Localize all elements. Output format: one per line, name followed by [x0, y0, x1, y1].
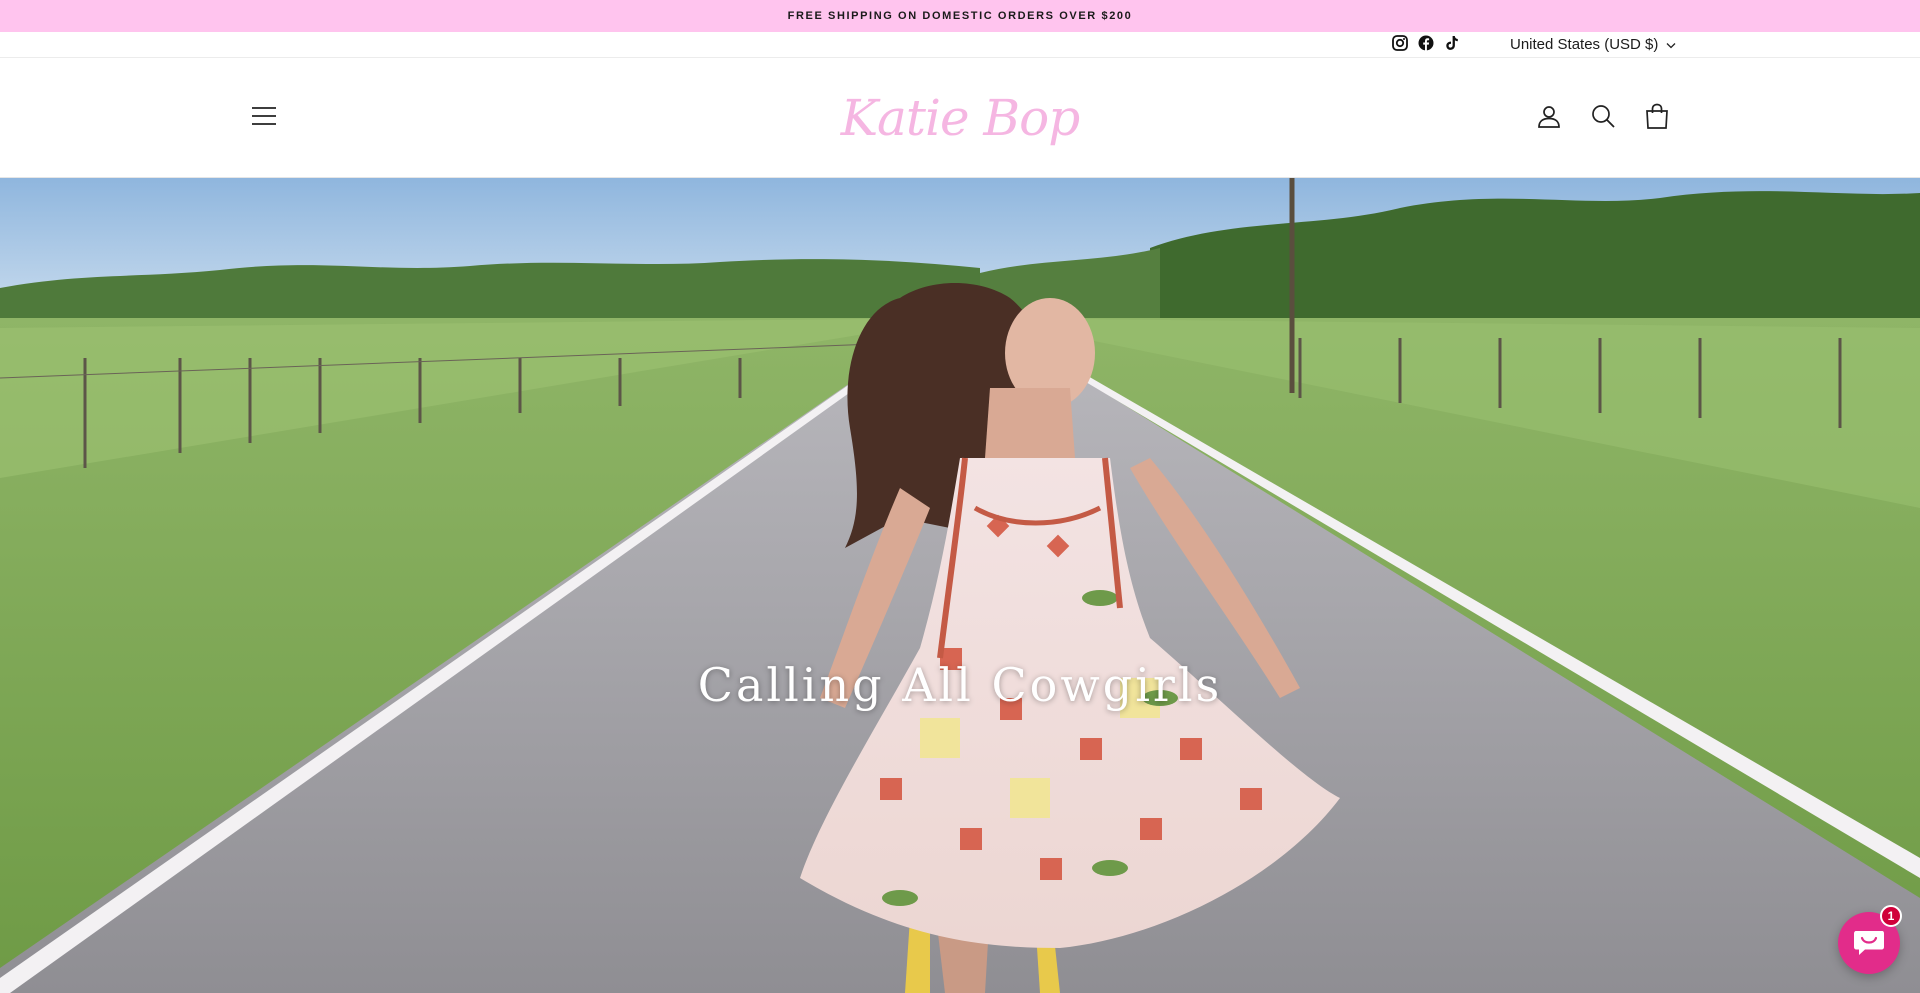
- tiktok-icon[interactable]: [1443, 34, 1461, 52]
- facebook-icon[interactable]: [1417, 34, 1435, 52]
- search-icon[interactable]: [1590, 102, 1616, 130]
- social-links: [1391, 34, 1461, 52]
- currency-selector[interactable]: United States (USD $): [1510, 36, 1676, 53]
- chevron-down-icon: [1666, 36, 1676, 53]
- site-header: Katie Bop: [0, 58, 1920, 178]
- hero-banner[interactable]: Calling All Cowgirls: [0, 178, 1920, 993]
- utility-bar: United States (USD $): [0, 32, 1920, 58]
- header-actions: [1536, 102, 1670, 130]
- chat-bubble-icon: [1854, 931, 1884, 955]
- chat-badge: 1: [1880, 905, 1902, 927]
- account-icon[interactable]: [1536, 102, 1562, 130]
- currency-label: United States (USD $): [1510, 36, 1659, 53]
- logo-text: Katie Bop: [840, 89, 1081, 147]
- cart-icon[interactable]: [1644, 102, 1670, 130]
- instagram-icon[interactable]: [1391, 34, 1409, 52]
- announcement-bar: FREE SHIPPING ON DOMESTIC ORDERS OVER $2…: [0, 0, 1920, 32]
- site-logo[interactable]: Katie Bop: [840, 78, 1081, 158]
- hero-image: [0, 178, 1920, 993]
- menu-icon[interactable]: [250, 105, 278, 127]
- announcement-text: FREE SHIPPING ON DOMESTIC ORDERS OVER $2…: [787, 10, 1133, 22]
- hero-title: Calling All Cowgirls: [697, 658, 1223, 712]
